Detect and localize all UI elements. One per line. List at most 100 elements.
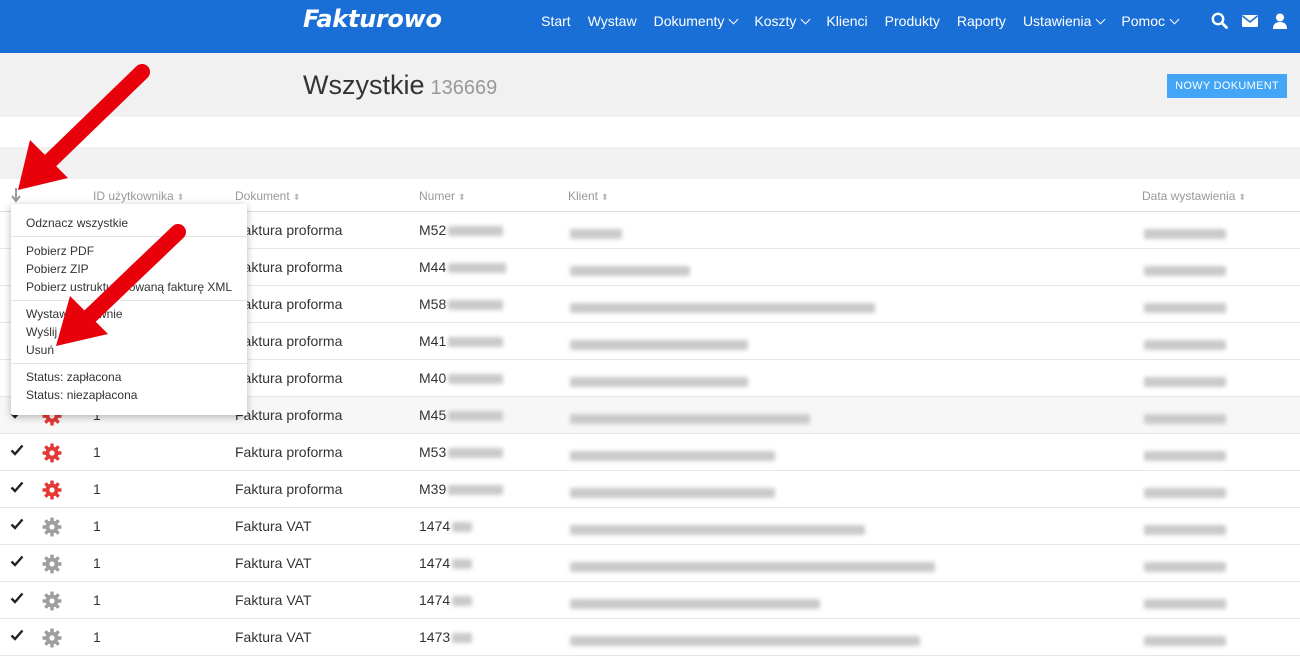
client-cell[interactable] (568, 521, 865, 537)
number-cell[interactable]: 1474 (419, 518, 473, 534)
nav-item-wystaw[interactable]: Wystaw (588, 13, 637, 29)
gear-icon[interactable] (42, 517, 62, 537)
user-icon[interactable] (1270, 11, 1290, 31)
menu-status-paid[interactable]: Status: zapłacona (26, 370, 121, 384)
redacted-number (448, 263, 507, 274)
nav-item-label: Koszty (754, 13, 797, 29)
number-prefix: M44 (419, 259, 447, 275)
menu-divider (11, 363, 247, 364)
menu-deselect-all[interactable]: Odznacz wszystkie (26, 216, 128, 230)
client-cell[interactable] (568, 373, 748, 389)
search-icon[interactable] (1210, 11, 1230, 31)
document-type-cell[interactable]: Faktura proforma (235, 259, 342, 275)
nav-item-klienci[interactable]: Klienci (826, 13, 867, 29)
gear-icon[interactable] (42, 443, 62, 463)
bulk-actions-toggle-icon[interactable] (10, 187, 22, 203)
new-document-button[interactable]: NOWY DOKUMENT (1167, 74, 1287, 98)
document-type-cell[interactable]: Faktura VAT (235, 592, 312, 608)
client-cell[interactable] (568, 299, 875, 315)
nav-item-ustawienia[interactable]: Ustawienia (1023, 13, 1106, 29)
column-label: Klient (568, 189, 599, 203)
menu-delete[interactable]: Usuń (26, 343, 54, 357)
client-cell[interactable] (568, 410, 810, 426)
col-user-id-header[interactable]: ID użytkownika ⬍ (93, 189, 184, 203)
row-checked-icon[interactable] (10, 480, 24, 494)
client-cell[interactable] (568, 336, 748, 352)
redacted-number (452, 633, 473, 644)
menu-reissue[interactable]: Wystaw ponownie (26, 307, 123, 321)
document-type-cell[interactable]: Faktura VAT (235, 518, 312, 534)
page-title: Wszystkie 136669 (303, 70, 497, 101)
number-cell[interactable]: M40 (419, 370, 504, 386)
table-row[interactable]: 1 Faktura proforma M39 (0, 471, 1300, 508)
document-type-cell[interactable]: Faktura VAT (235, 629, 312, 645)
nav-item-dokumenty[interactable]: Dokumenty (654, 13, 739, 29)
gear-icon[interactable] (42, 628, 62, 648)
nav-icons (1200, 11, 1290, 31)
document-type-cell[interactable]: Faktura proforma (235, 444, 342, 460)
col-document-header[interactable]: Dokument ⬍ (235, 189, 300, 203)
row-checked-icon[interactable] (10, 443, 24, 457)
number-cell[interactable]: 1473 (419, 629, 473, 645)
col-issue-date-header[interactable]: Data wystawienia ⬍ (1142, 189, 1246, 203)
gear-icon[interactable] (42, 591, 62, 611)
document-type-cell[interactable]: Faktura proforma (235, 222, 342, 238)
table-row[interactable]: 1 Faktura VAT 1473 (0, 619, 1300, 656)
envelope-icon[interactable] (1240, 11, 1260, 31)
number-cell[interactable]: 1474 (419, 592, 473, 608)
document-type-cell[interactable]: Faktura proforma (235, 407, 342, 423)
issue-date-cell (1142, 373, 1226, 389)
menu-download-pdf[interactable]: Pobierz PDF (26, 244, 94, 258)
nav-item-koszty[interactable]: Koszty (754, 13, 811, 29)
nav-item-raporty[interactable]: Raporty (957, 13, 1006, 29)
client-cell[interactable] (568, 632, 920, 648)
brand-logo[interactable]: Fakturowo (303, 5, 442, 33)
col-client-header[interactable]: Klient ⬍ (568, 189, 609, 203)
menu-status-unpaid[interactable]: Status: niezapłacona (26, 388, 137, 402)
menu-download-xml[interactable]: Pobierz ustrukturyzowaną fakturę XML (26, 280, 232, 294)
menu-download-zip[interactable]: Pobierz ZIP (26, 262, 89, 276)
nav-item-label: Klienci (826, 13, 868, 29)
row-checked-icon[interactable] (10, 554, 24, 568)
number-prefix: M41 (419, 333, 447, 349)
number-cell[interactable]: M53 (419, 444, 504, 460)
table-row[interactable]: 1 Faktura VAT 1474 (0, 582, 1300, 619)
issue-date-cell (1142, 558, 1226, 574)
table-row[interactable]: 1 Faktura VAT 1474 (0, 545, 1300, 582)
nav-item-produkty[interactable]: Produkty (885, 13, 940, 29)
row-checked-icon[interactable] (10, 517, 24, 531)
client-cell[interactable] (568, 558, 935, 574)
number-cell[interactable]: M41 (419, 333, 504, 349)
table-row[interactable]: 1 Faktura VAT 1474 (0, 508, 1300, 545)
document-type-cell[interactable]: Faktura proforma (235, 296, 342, 312)
row-checked-icon[interactable] (10, 591, 24, 605)
client-cell[interactable] (568, 262, 690, 278)
number-cell[interactable]: M45 (419, 407, 504, 423)
document-type-cell[interactable]: Faktura proforma (235, 481, 342, 497)
number-prefix: M40 (419, 370, 447, 386)
row-checked-icon[interactable] (10, 628, 24, 642)
client-cell[interactable] (568, 595, 820, 611)
col-number-header[interactable]: Numer ⬍ (419, 189, 466, 203)
document-type-cell[interactable]: Faktura proforma (235, 370, 342, 386)
document-type-cell[interactable]: Faktura proforma (235, 333, 342, 349)
number-cell[interactable]: M58 (419, 296, 504, 312)
issue-date-cell (1142, 484, 1226, 500)
number-cell[interactable]: 1474 (419, 555, 473, 571)
number-cell[interactable]: M39 (419, 481, 504, 497)
number-cell[interactable]: M52 (419, 222, 504, 238)
client-cell[interactable] (568, 484, 775, 500)
client-cell[interactable] (568, 225, 622, 241)
gear-icon[interactable] (42, 554, 62, 574)
document-type-cell[interactable]: Faktura VAT (235, 555, 312, 571)
user-id-cell: 1 (93, 481, 101, 497)
table-row[interactable]: 1 Faktura proforma M53 (0, 434, 1300, 471)
client-cell[interactable] (568, 447, 775, 463)
redacted-client (570, 525, 865, 536)
nav-item-pomoc[interactable]: Pomoc (1121, 13, 1180, 29)
redacted-client (570, 562, 935, 573)
number-cell[interactable]: M44 (419, 259, 507, 275)
gear-icon[interactable] (42, 480, 62, 500)
menu-send-email[interactable]: Wyślij e-mail (26, 325, 93, 339)
nav-item-start[interactable]: Start (541, 13, 571, 29)
